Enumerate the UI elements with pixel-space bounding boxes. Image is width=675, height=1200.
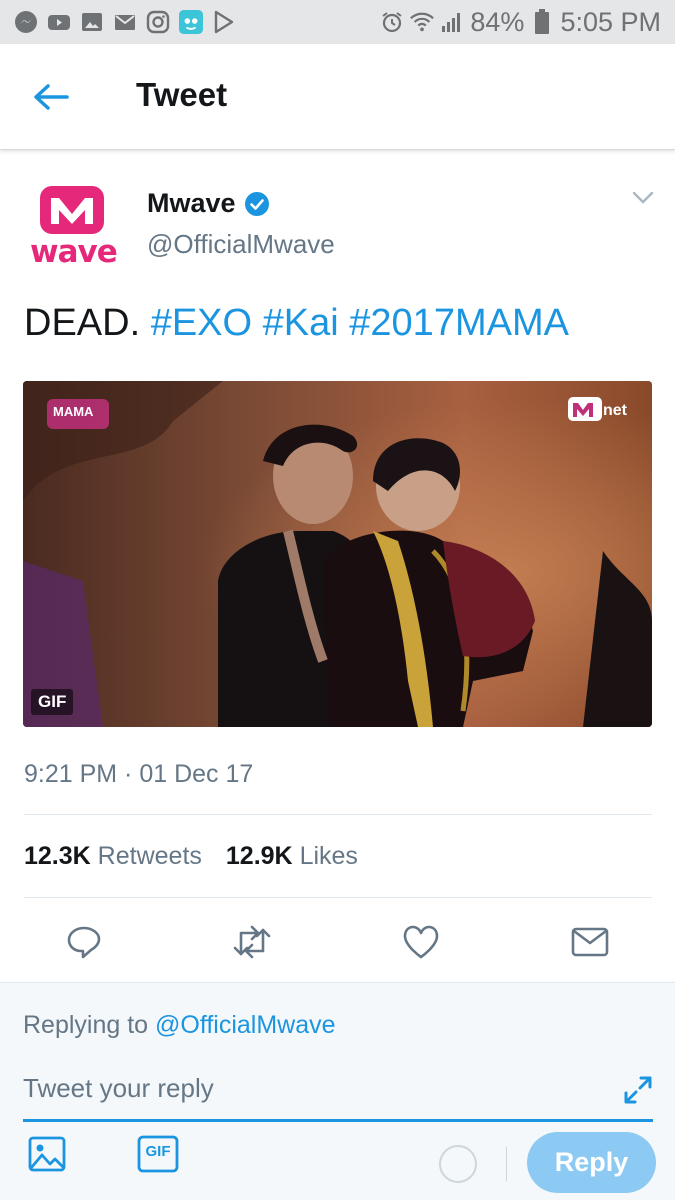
clock: 5:05 PM xyxy=(560,6,661,37)
retweets-label: Retweets xyxy=(97,842,202,870)
hashtag-link[interactable]: #2017MAMA xyxy=(349,302,569,344)
author-name-text: Mwave xyxy=(147,188,236,218)
author-handle[interactable]: @OfficialMwave xyxy=(147,229,335,260)
media-overlay-left: MAMA xyxy=(53,404,94,419)
divider xyxy=(506,1147,507,1181)
mail-icon xyxy=(113,10,137,34)
reply-composer: Replying to @OfficialMwave GIF Reply xyxy=(0,982,675,1200)
hashtag-link[interactable]: #EXO xyxy=(151,302,252,344)
page-title: Tweet xyxy=(136,76,228,113)
character-counter xyxy=(439,1145,477,1183)
play-store-icon xyxy=(212,10,236,34)
verified-badge-icon xyxy=(244,191,270,217)
replying-to: Replying to @OfficialMwave xyxy=(23,1011,336,1040)
gif-badge: GIF xyxy=(31,689,74,715)
divider xyxy=(24,814,652,815)
tweet-timestamp: 9:21 PM · 01 Dec 17 xyxy=(24,760,254,788)
avatar-brand-text: wave xyxy=(30,234,118,270)
reply-button[interactable]: Reply xyxy=(527,1132,656,1193)
replying-handle-link[interactable]: @OfficialMwave xyxy=(155,1011,336,1039)
like-icon[interactable] xyxy=(401,922,441,962)
photo-icon[interactable] xyxy=(26,1133,68,1175)
replying-prefix: Replying to xyxy=(23,1011,149,1039)
expand-icon[interactable] xyxy=(622,1074,654,1106)
reply-input[interactable] xyxy=(23,1068,653,1122)
likes-stat[interactable]: 12.9K Likes xyxy=(226,842,358,871)
hashtag-link[interactable]: #Kai xyxy=(263,302,339,344)
tweet-media-gif[interactable]: MAMA net GIF xyxy=(23,381,652,727)
back-arrow-icon[interactable] xyxy=(28,77,74,117)
battery-icon xyxy=(530,9,554,34)
youtube-icon xyxy=(47,10,71,34)
divider xyxy=(24,897,652,898)
likes-count: 12.9K xyxy=(225,842,293,870)
likes-label: Likes xyxy=(299,842,358,870)
avatar[interactable]: wave xyxy=(24,180,120,276)
tweet-text-plain: DEAD. xyxy=(24,302,141,344)
messenger-icon xyxy=(14,10,38,34)
chevron-down-icon[interactable] xyxy=(630,187,656,207)
status-bar: 84% 5:05 PM xyxy=(0,0,675,44)
wifi-icon xyxy=(410,10,435,34)
signal-icon xyxy=(440,10,464,34)
direct-message-icon[interactable] xyxy=(570,922,610,962)
tweet-stats: 12.3K Retweets 12.9K Likes xyxy=(24,842,358,871)
retweets-count: 12.3K xyxy=(24,842,91,870)
reply-icon[interactable] xyxy=(64,922,104,962)
media-overlay-right: net xyxy=(603,402,628,419)
gif-button-label: GIF xyxy=(145,1143,171,1160)
alarm-icon xyxy=(380,10,404,34)
retweets-stat[interactable]: 12.3K Retweets xyxy=(24,842,202,871)
app-header: Tweet xyxy=(0,44,675,150)
gallery-icon xyxy=(80,10,104,34)
instagram-icon xyxy=(146,10,170,34)
tweet-text: DEAD. #EXO #Kai #2017MAMA xyxy=(24,302,569,345)
retweet-icon[interactable] xyxy=(232,922,272,962)
app-icon xyxy=(179,10,203,34)
battery-percent: 84% xyxy=(470,6,525,37)
gif-button[interactable]: GIF xyxy=(137,1133,179,1175)
author-name[interactable]: Mwave xyxy=(147,188,270,219)
